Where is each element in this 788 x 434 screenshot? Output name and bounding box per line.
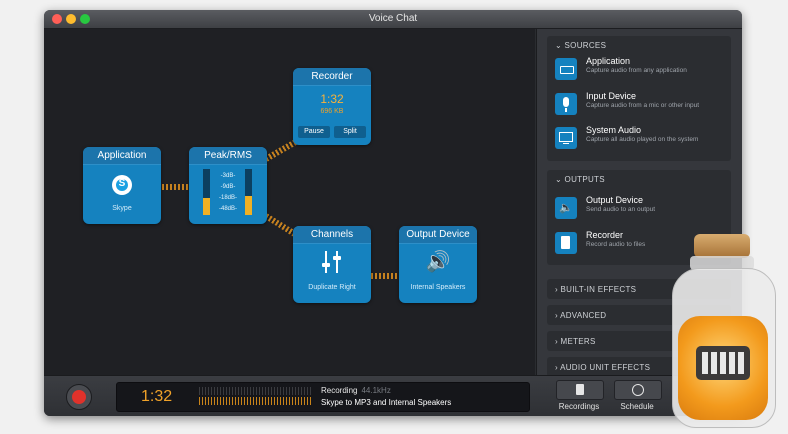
sources-header[interactable]: ⌄ SOURCES — [555, 41, 606, 50]
application-node-subtitle: Skype — [112, 205, 132, 212]
section-label: BUILT-IN EFFECTS — [560, 285, 637, 294]
routing-canvas[interactable]: Application S Skype Peak/RMS -3dB- -9dB-… — [44, 29, 535, 375]
recorder-size: 696 KB — [320, 108, 344, 115]
title-bar: Voice Chat — [44, 10, 742, 29]
chevron-right-icon: › — [555, 363, 558, 372]
source-name: Application — [586, 56, 631, 66]
peak-rms-node[interactable]: Peak/RMS -3dB- -9dB- -18dB- -48dB- — [189, 147, 267, 224]
channels-node-title: Channels — [293, 226, 371, 244]
output-name: Output Device — [586, 195, 644, 205]
clock-icon — [632, 384, 644, 396]
window-title: Voice Chat — [368, 13, 418, 24]
level-meter-background — [199, 387, 311, 395]
source-description: Capture all audio played on the system — [586, 136, 699, 143]
output-device-node-title: Output Device — [399, 226, 477, 244]
application-icon — [555, 58, 577, 80]
microphone-icon — [555, 93, 577, 115]
recording-status: Recording 44.1kHz — [321, 386, 391, 395]
channels-node-subtitle: Duplicate Right — [308, 284, 356, 291]
chevron-right-icon: › — [555, 285, 558, 294]
sample-rate: 44.1kHz — [361, 386, 391, 395]
output-name: Recorder — [586, 230, 624, 240]
outputs-header[interactable]: ⌄ OUTPUTS — [555, 175, 605, 184]
recordings-label: Recordings — [558, 402, 600, 411]
recorder-node[interactable]: Recorder 1:32 696 KB Pause Split — [293, 68, 371, 145]
level-meter — [199, 397, 311, 405]
left-meter-fill — [203, 197, 210, 215]
chevron-right-icon: › — [555, 337, 558, 346]
recording-detail: Skype to MP3 and Internal Speakers — [321, 398, 452, 407]
wire-channels-output — [371, 273, 399, 279]
bottom-toolbar: 1:32 Recording 44.1kHz Skype to MP3 and I… — [44, 375, 742, 416]
recorder-node-title: Recorder — [293, 68, 371, 86]
chevron-down-icon: ⌄ — [555, 41, 563, 50]
outputs-title: OUTPUTS — [564, 175, 605, 184]
chevron-right-icon: › — [555, 311, 558, 320]
app-logo-jar-icon — [666, 234, 780, 430]
application-node[interactable]: Application S Skype — [83, 147, 161, 224]
section-title: › ADVANCED — [555, 311, 606, 320]
output-device-node[interactable]: Output Device 🔊 Internal Speakers — [399, 226, 477, 303]
section-title: › AUDIO UNIT EFFECTS — [555, 363, 650, 372]
meter-label-9db: -9dB- — [220, 184, 236, 190]
peak-rms-node-title: Peak/RMS — [189, 147, 267, 165]
elapsed-time: 1:32 — [141, 388, 173, 405]
sources-title: SOURCES — [564, 41, 607, 50]
speaker-icon: 🔈 — [555, 197, 577, 219]
source-item-input-device[interactable]: Input Device Capture audio from a mic or… — [555, 91, 727, 123]
status-display: 1:32 Recording 44.1kHz Skype to MP3 and I… — [116, 382, 530, 412]
wire-application-peak — [162, 184, 190, 190]
meter-label-3db: -3dB- — [220, 173, 236, 179]
speaker-icon: 🔊 — [425, 251, 451, 273]
sources-panel: ⌄ SOURCES Application Capture audio from… — [547, 36, 731, 161]
monitor-icon — [555, 127, 577, 149]
application-node-title: Application — [83, 147, 161, 165]
section-label: AUDIO UNIT EFFECTS — [560, 363, 651, 372]
meter-label-48db: -48dB- — [218, 206, 237, 212]
document-icon — [555, 232, 577, 254]
source-item-system-audio[interactable]: System Audio Capture all audio played on… — [555, 125, 727, 157]
channels-slider-icon — [321, 251, 343, 273]
output-item-output-device[interactable]: 🔈 Output Device Send audio to an output — [555, 195, 727, 227]
section-title: › BUILT-IN EFFECTS — [555, 285, 636, 294]
section-title: › METERS — [555, 337, 596, 346]
schedule-button[interactable] — [614, 380, 662, 400]
channels-node[interactable]: Channels Duplicate Right — [293, 226, 371, 303]
output-device-node-subtitle: Internal Speakers — [410, 284, 466, 291]
record-button[interactable] — [66, 384, 92, 410]
source-item-application[interactable]: Application Capture audio from any appli… — [555, 56, 727, 88]
source-name: Input Device — [586, 91, 637, 101]
main-window: Voice Chat Application S Skype Peak/RMS — [44, 10, 742, 416]
schedule-label: Schedule — [620, 402, 654, 411]
skype-icon: S — [112, 175, 132, 195]
recordings-icon — [576, 384, 584, 395]
source-name: System Audio — [586, 125, 642, 135]
pause-button[interactable]: Pause — [298, 126, 330, 138]
source-description: Capture audio from a mic or other input — [586, 102, 700, 109]
output-description: Send audio to an output — [586, 206, 656, 213]
right-meter-fill — [245, 195, 252, 215]
meter-label-18db: -18dB- — [218, 195, 237, 201]
left-meter — [203, 169, 210, 215]
meter-scale: -3dB- -9dB- -18dB- -48dB- — [212, 171, 244, 215]
right-meter — [245, 169, 252, 215]
source-description: Capture audio from any application — [586, 67, 687, 74]
recordings-button[interactable] — [556, 380, 604, 400]
status-text: Recording — [321, 386, 358, 395]
chevron-down-icon: ⌄ — [555, 175, 563, 184]
section-label: ADVANCED — [560, 311, 607, 320]
section-label: METERS — [560, 337, 596, 346]
recorder-time: 1:32 — [320, 92, 344, 106]
split-button[interactable]: Split — [334, 126, 366, 138]
